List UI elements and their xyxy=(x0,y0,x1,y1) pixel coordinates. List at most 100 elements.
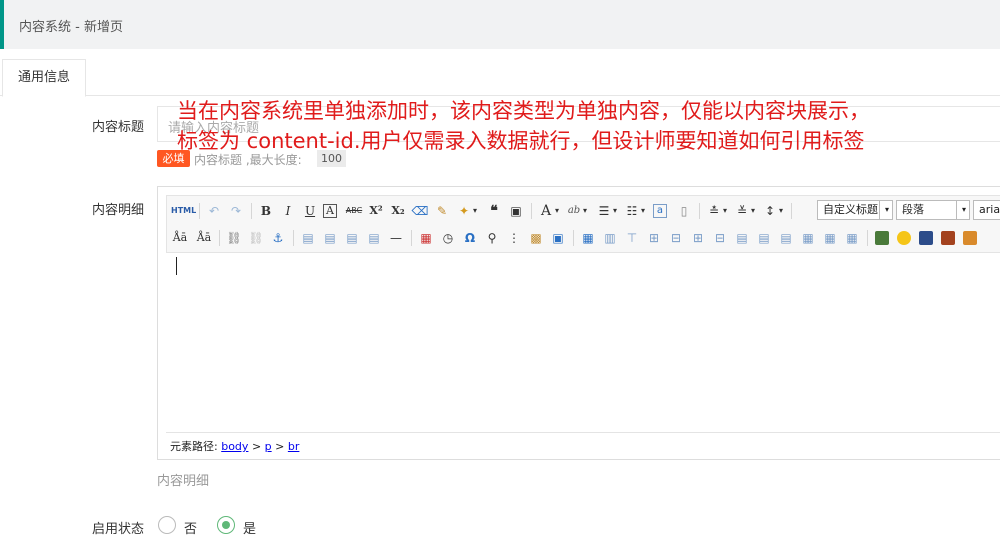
text-caret xyxy=(176,257,177,275)
tab-general-info[interactable]: 通用信息 xyxy=(2,59,86,97)
unlink-icon[interactable]: ⛓ xyxy=(247,229,265,247)
image-right-icon[interactable]: ▤ xyxy=(343,229,361,247)
blockquote-icon[interactable]: ❝ xyxy=(485,202,503,220)
element-path-body[interactable]: body xyxy=(221,440,248,453)
image-left-icon[interactable]: ▤ xyxy=(321,229,339,247)
font-family-select[interactable]: arial xyxy=(973,200,1000,220)
delete-table-icon[interactable]: ▥ xyxy=(601,229,619,247)
image-none-icon[interactable]: ▤ xyxy=(299,229,317,247)
status-option-no-label[interactable]: 否 xyxy=(184,518,197,537)
undo-icon[interactable]: ↶ xyxy=(205,202,223,220)
merge-cells-icon[interactable]: ▤ xyxy=(733,229,751,247)
video-swatch xyxy=(919,231,933,245)
emotion-icon[interactable] xyxy=(895,229,913,247)
split-columns-icon[interactable]: ▦ xyxy=(843,229,861,247)
time-icon[interactable]: ◷ xyxy=(439,229,457,247)
insert-frame-icon[interactable] xyxy=(961,229,979,247)
status-option-yes-label[interactable]: 是 xyxy=(243,518,256,537)
font-family-value: arial xyxy=(979,203,1000,216)
insert-paragraph-before-table-icon[interactable]: ⊤ xyxy=(623,229,641,247)
rtl-direction-icon[interactable]: Åā xyxy=(195,229,213,247)
html-source-icon[interactable]: HTML xyxy=(171,202,196,220)
insert-table-icon[interactable]: ▦ xyxy=(579,229,597,247)
custom-heading-select[interactable]: 自定义标题 ▾ xyxy=(817,200,893,220)
redo-icon[interactable]: ↷ xyxy=(227,202,245,220)
row-spacing-top-dropdown-icon[interactable]: ▾ xyxy=(721,202,729,220)
select-all-icon[interactable]: a xyxy=(653,204,667,218)
font-border-icon[interactable]: A xyxy=(323,204,337,218)
split-rows-icon[interactable]: ▦ xyxy=(821,229,839,247)
image-swatch xyxy=(875,231,889,245)
italic-icon[interactable]: I xyxy=(279,202,297,220)
emotion-swatch xyxy=(897,231,911,245)
editor-content-area[interactable] xyxy=(166,253,1000,431)
strikethrough-icon[interactable]: ABC xyxy=(345,202,363,220)
element-path-prefix: 元素路径: xyxy=(170,440,218,453)
ordered-list-dropdown-icon[interactable]: ▾ xyxy=(611,202,619,220)
toolbar-row-1: HTML ↶ ↷ B I U A ABC X² X₂ ⌫ ✎ ✦ ▾ ❝ ▣ A… xyxy=(167,199,1000,224)
paste-text-icon[interactable]: ▣ xyxy=(507,202,525,220)
element-path-separator: > xyxy=(275,440,285,453)
music-swatch xyxy=(941,231,955,245)
eraser-icon[interactable]: ⌫ xyxy=(411,202,429,220)
radio-dot xyxy=(222,521,230,529)
element-path-bar: 元素路径: body > p > br xyxy=(166,432,1000,454)
date-icon[interactable]: ▦ xyxy=(417,229,435,247)
delete-column-icon[interactable]: ⊟ xyxy=(711,229,729,247)
merge-down-icon[interactable]: ▤ xyxy=(777,229,795,247)
toolbar-separator xyxy=(219,230,220,246)
toolbar-separator xyxy=(251,203,252,219)
toolbar-separator xyxy=(199,203,200,219)
background-icon[interactable]: ▩ xyxy=(527,229,545,247)
content-detail-label: 内容明细 xyxy=(91,203,144,218)
line-height-dropdown-icon[interactable]: ▾ xyxy=(777,202,785,220)
print-icon[interactable]: ▣ xyxy=(549,229,567,247)
element-path-p[interactable]: p xyxy=(265,440,272,453)
insert-video-icon[interactable] xyxy=(917,229,935,247)
paragraph-value: 段落 xyxy=(902,203,924,216)
select-divider xyxy=(879,201,880,219)
bold-icon[interactable]: B xyxy=(257,202,275,220)
toolbar-separator xyxy=(411,230,412,246)
superscript-icon[interactable]: X² xyxy=(367,202,385,220)
status-radio-yes[interactable] xyxy=(217,516,235,534)
format-painter-icon[interactable]: ✎ xyxy=(433,202,451,220)
chevron-down-icon: ▾ xyxy=(884,205,889,214)
ltr-direction-icon[interactable]: Åā xyxy=(171,229,189,247)
font-color-dropdown-icon[interactable]: ▾ xyxy=(553,202,561,220)
chevron-down-icon: ▾ xyxy=(961,205,966,214)
split-cells-icon[interactable]: ▦ xyxy=(799,229,817,247)
subscript-icon[interactable]: X₂ xyxy=(389,202,407,220)
element-path-br[interactable]: br xyxy=(288,440,300,453)
clear-doc-icon[interactable]: ▯ xyxy=(675,202,693,220)
content-title-label: 内容标题 xyxy=(91,120,144,135)
content-detail-help: 内容明细 xyxy=(157,474,210,489)
unordered-list-dropdown-icon[interactable]: ▾ xyxy=(639,202,647,220)
link-icon[interactable]: ⛓ xyxy=(225,229,243,247)
annotation-text: 当在内容系统里单独添加时，该内容类型为单独内容，仅能以内容块展示， 标签为 co… xyxy=(177,96,870,156)
paragraph-select[interactable]: 段落 ▾ xyxy=(896,200,970,220)
status-radio-no[interactable] xyxy=(158,516,176,534)
special-chars-icon[interactable]: Ω xyxy=(461,229,479,247)
toolbar-row-2: Åā Åā ⛓ ⛓ ⚓ ▤ ▤ ▤ ▤ — ▦ ◷ Ω ⚲ ⋮ ▩ ▣ ▦ ▥ … xyxy=(167,226,1000,251)
image-center-icon[interactable]: ▤ xyxy=(365,229,383,247)
row-spacing-bottom-dropdown-icon[interactable]: ▾ xyxy=(749,202,757,220)
background-color-dropdown-icon[interactable]: ▾ xyxy=(581,202,589,220)
insert-row-icon[interactable]: ⊞ xyxy=(645,229,663,247)
page-break-icon[interactable]: ⋮ xyxy=(505,229,523,247)
auto-format-dropdown-icon[interactable]: ▾ xyxy=(471,202,479,220)
horizontal-line-icon[interactable]: — xyxy=(387,229,405,247)
delete-row-icon[interactable]: ⊟ xyxy=(667,229,685,247)
search-replace-icon[interactable]: ⚲ xyxy=(483,229,501,247)
frame-swatch xyxy=(963,231,977,245)
anchor-icon[interactable]: ⚓ xyxy=(269,229,287,247)
underline-icon[interactable]: U xyxy=(301,202,319,220)
music-icon[interactable] xyxy=(939,229,957,247)
custom-heading-value: 自定义标题 xyxy=(823,203,878,216)
toolbar-separator xyxy=(573,230,574,246)
insert-column-icon[interactable]: ⊞ xyxy=(689,229,707,247)
simple-upload-icon[interactable] xyxy=(873,229,891,247)
select-divider xyxy=(956,201,957,219)
editor-toolbar: HTML ↶ ↷ B I U A ABC X² X₂ ⌫ ✎ ✦ ▾ ❝ ▣ A… xyxy=(166,195,1000,253)
merge-right-icon[interactable]: ▤ xyxy=(755,229,773,247)
